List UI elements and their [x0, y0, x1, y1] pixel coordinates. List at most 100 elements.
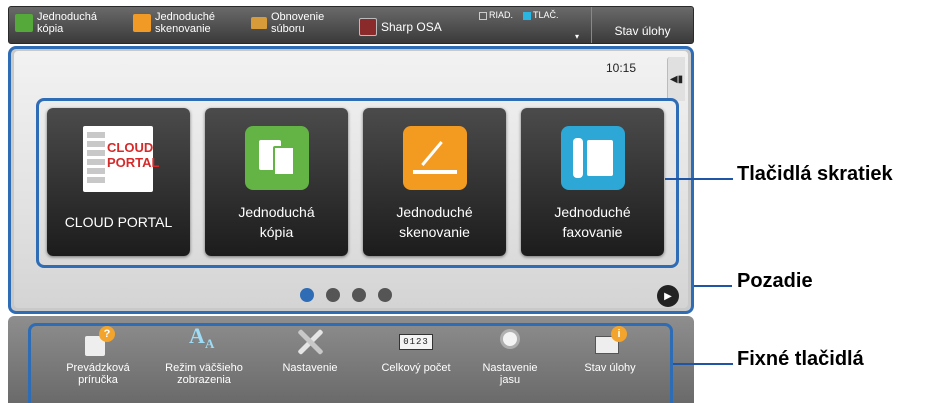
page-dot-1[interactable]: [300, 288, 314, 302]
simple-scan-icon: [133, 14, 151, 32]
play-arrow-icon: ▶: [664, 290, 672, 302]
fixed-large-display-mode[interactable]: A A Režim väčšieho zobrazenia: [154, 323, 254, 387]
scan-bed: [413, 170, 457, 174]
label-line1: Obnovenie: [271, 11, 325, 23]
label-line1: CLOUD PORTAL: [64, 214, 173, 230]
callout-line-fixed: [673, 363, 733, 365]
shortcut-label: Jednoduchá kópia: [209, 202, 344, 242]
status-riad-label: RIAD.: [489, 10, 514, 20]
riad-indicator-icon: [479, 11, 487, 20]
label-line1: Jednoduchá: [238, 204, 315, 220]
tlac-indicator-icon: [523, 11, 532, 20]
shortcut-buttons-area: CLOUD PORTAL CLOUD PORTAL Jednoduchá kópia…: [36, 98, 679, 268]
folder-icon: [251, 17, 267, 29]
shortcut-simple-fax[interactable]: Jednoduché faxovanie: [521, 108, 664, 256]
label-line1: Sharp OSA: [381, 20, 442, 34]
info-badge-icon: i: [611, 326, 627, 342]
scan-icon: [403, 126, 467, 190]
topbar-simple-copy-label: Jednoduchá kópia: [37, 11, 97, 35]
cloud-portal-icon: CLOUD PORTAL: [83, 126, 159, 192]
callout-background: Pozadie: [737, 270, 813, 292]
page-dot-3[interactable]: [352, 288, 366, 302]
sharp-osa-icon: [359, 18, 377, 36]
fixed-buttons-bar: ? Prevádzková príručka A A Režim väčšieho…: [8, 316, 694, 403]
label-line2: kópia: [259, 224, 294, 240]
status-tlac-label: TLAČ.: [533, 10, 559, 20]
job-status-label: Stav úlohy: [614, 24, 671, 38]
label-line1: Režim väčšieho: [165, 362, 243, 374]
topbar-file-retrieve[interactable]: Obnovenie súboru: [251, 11, 324, 35]
label-line2: jasu: [499, 374, 521, 386]
home-background-inner: 10:15 ◀▮ CLOUD PORTAL CLOUD PORTAL Jednod…: [14, 51, 688, 308]
topbar-sharp-osa[interactable]: Sharp OSA: [359, 18, 442, 36]
shortcut-label: Jednoduché faxovanie: [525, 202, 660, 242]
label-line2: súboru: [271, 23, 305, 35]
help-badge-icon: ?: [99, 326, 115, 342]
label-line2: faxovanie: [562, 224, 623, 240]
callout-line-shortcuts: [665, 178, 733, 180]
cloud-portal-logo-text: CLOUD PORTAL: [107, 140, 159, 170]
topbar-file-retrieve-label: Obnovenie súboru: [271, 11, 324, 35]
fax-body: [587, 140, 613, 176]
large-text-icon: A A: [189, 323, 219, 356]
topbar-simple-scan[interactable]: Jednoduché skenovanie: [133, 11, 215, 35]
shortcut-cloud-portal[interactable]: CLOUD PORTAL CLOUD PORTAL: [47, 108, 190, 256]
cloud-portal-lines: [87, 132, 105, 186]
manual-help-icon: ?: [83, 326, 115, 356]
large-letter-a: A: [189, 323, 205, 348]
next-page-button[interactable]: ▶: [657, 285, 679, 307]
label-line2: príručka: [78, 374, 118, 386]
clock: 10:15: [606, 61, 637, 75]
label-line2: skenovanie: [155, 23, 211, 35]
counter-digits: 0123: [399, 334, 433, 350]
job-status-button[interactable]: Stav úlohy: [591, 7, 693, 43]
job-status-icon: i: [595, 326, 627, 356]
label-line1: Celkový počet: [381, 362, 451, 374]
topbar-simple-scan-label: Jednoduché skenovanie: [155, 11, 215, 35]
small-letter-a: A: [205, 336, 215, 351]
home-background: 10:15 ◀▮ CLOUD PORTAL CLOUD PORTAL Jednod…: [8, 46, 694, 314]
fixed-job-status[interactable]: i Stav úlohy: [560, 326, 660, 374]
topbar-simple-copy[interactable]: Jednoduchá kópia: [15, 11, 97, 35]
page-dot-4[interactable]: [378, 288, 392, 302]
status-indicators: RIAD. TLAČ.: [479, 10, 559, 20]
top-bar: Jednoduchá kópia Jednoduché skenovanie Obn…: [8, 6, 694, 44]
label-line1: Nastavenie: [282, 362, 338, 374]
label-line1: Jednoduché: [155, 11, 215, 23]
label-line2: zobrazenia: [177, 374, 231, 386]
label-line1: Jednoduchá: [37, 11, 97, 23]
copy-page-front: [273, 146, 295, 176]
logo-line2: PORTAL: [107, 155, 160, 170]
label-line1: Stav úlohy: [584, 362, 636, 374]
copy-icon: [245, 126, 309, 190]
fax-handset: [573, 138, 583, 178]
label-line1: Jednoduché: [554, 204, 631, 220]
brightness-icon: [495, 326, 525, 356]
fixed-brightness[interactable]: Nastavenie jasu: [460, 326, 560, 386]
callout-fixed-buttons: Fixné tlačidlá: [737, 348, 864, 370]
label-line1: Prevádzková: [66, 362, 130, 374]
label-line1: Jednoduché: [396, 204, 473, 220]
scan-lid: [421, 141, 443, 166]
settings-tools-icon: [295, 326, 325, 356]
fixed-total-count[interactable]: 0123 Celkový počet: [366, 326, 466, 374]
callout-shortcuts: Tlačidlá skratiek: [737, 163, 893, 185]
shortcut-simple-copy[interactable]: Jednoduchá kópia: [205, 108, 348, 256]
fax-icon: [561, 126, 625, 190]
page-dot-2[interactable]: [326, 288, 340, 302]
shortcut-label: Jednoduché skenovanie: [367, 202, 502, 242]
collapse-arrow-icon: ◀▮: [669, 73, 684, 85]
label-line2: skenovanie: [399, 224, 470, 240]
page-indicator: [300, 288, 392, 302]
fixed-settings[interactable]: Nastavenie: [260, 326, 360, 374]
fixed-operation-guide[interactable]: ? Prevádzková príručka: [48, 326, 148, 386]
logo-line1: CLOUD: [107, 140, 154, 155]
shortcut-simple-scan[interactable]: Jednoduché skenovanie: [363, 108, 506, 256]
status-more-icon: ▾: [575, 32, 580, 41]
shortcut-label: CLOUD PORTAL: [51, 212, 186, 232]
callout-line-background: [694, 285, 732, 287]
counter-icon: 0123: [399, 326, 433, 356]
label-line2: kópia: [37, 23, 64, 35]
status-riad: RIAD.: [479, 10, 513, 20]
side-panel-toggle[interactable]: ◀▮: [667, 57, 685, 101]
